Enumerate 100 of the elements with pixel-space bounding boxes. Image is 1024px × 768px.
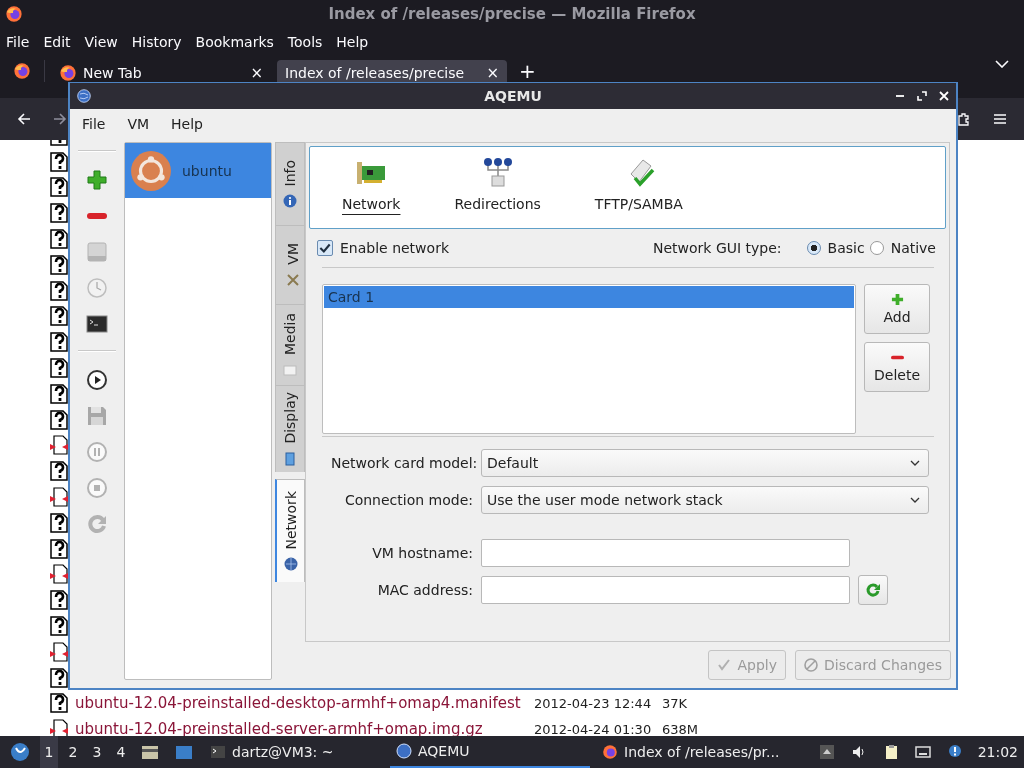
unknown-file-icon	[50, 229, 68, 250]
firefox-icon	[5, 5, 23, 23]
firefox-view-icon	[13, 62, 31, 80]
section-button[interactable]: Redirections	[452, 155, 543, 220]
vm-name: ubuntu	[182, 162, 232, 179]
media-drive-icon	[283, 363, 297, 378]
close-icon[interactable]	[939, 90, 949, 101]
tab-title: New Tab	[83, 64, 143, 82]
text-field[interactable]	[481, 576, 850, 604]
menu-item[interactable]: VM	[127, 116, 150, 133]
dropdown[interactable]: Default	[481, 449, 929, 477]
os-logo-icon	[130, 149, 172, 192]
enable-network-checkbox[interactable]: Enable network	[317, 240, 449, 256]
terminal-icon[interactable]	[86, 313, 108, 335]
taskbar-button[interactable]: AQEMU	[390, 736, 590, 768]
card-list-item[interactable]: Card 1	[324, 286, 854, 308]
menu-item[interactable]: Edit	[43, 34, 71, 50]
unknown-file-icon	[50, 538, 68, 559]
window-title: Index of /releases/precise — Mozilla Firefox	[328, 5, 696, 23]
info-icon	[283, 194, 297, 209]
dropdown[interactable]: Use the user mode network stack	[481, 486, 929, 514]
side-tab[interactable]: Media	[275, 304, 305, 385]
file-size: 638M	[662, 721, 699, 736]
section-button[interactable]: TFTP/SAMBA	[592, 155, 685, 220]
clock: 21:02	[977, 744, 1018, 760]
field-label: VM hostname:	[371, 545, 473, 561]
unknown-file-icon	[50, 254, 68, 275]
gui-type-label: Network GUI type:	[653, 240, 782, 256]
unknown-file-icon	[50, 693, 68, 714]
side-tab[interactable]: Info	[275, 142, 305, 225]
side-tab[interactable]: Network	[275, 479, 305, 582]
tools-icon	[285, 272, 300, 287]
add-button[interactable]: Add	[864, 284, 930, 334]
browser-tab[interactable]: New Tab ×	[51, 60, 271, 82]
text-field[interactable]	[481, 539, 850, 567]
binary-file-icon	[50, 487, 68, 508]
menu-item[interactable]: View	[84, 34, 118, 50]
close-tab-button[interactable]: ×	[250, 64, 263, 82]
unknown-file-icon	[50, 203, 68, 224]
unknown-file-icon	[50, 280, 68, 301]
menu-item[interactable]: File	[82, 116, 106, 133]
generate-button[interactable]	[858, 575, 888, 605]
file-link[interactable]: ubuntu-12.04-preinstalled-desktop-armhf+omap4.manifest	[75, 694, 534, 713]
field-label: Connection mode:	[343, 492, 473, 508]
unknown-file-icon	[50, 667, 68, 688]
start-menu-icon[interactable]	[10, 742, 30, 762]
network-icon[interactable]	[914, 744, 931, 760]
cancel-icon	[804, 658, 818, 672]
unknown-file-icon	[50, 383, 68, 404]
display-icon	[283, 451, 297, 466]
side-tab[interactable]: VM	[275, 225, 305, 304]
checkmark-icon	[318, 241, 332, 255]
play-icon[interactable]	[86, 369, 108, 391]
network-hub-icon	[481, 155, 514, 188]
menu-item[interactable]: History	[131, 34, 182, 50]
add-icon[interactable]	[86, 169, 108, 191]
menu-item[interactable]: Help	[171, 116, 203, 133]
forward-icon[interactable]	[52, 111, 68, 127]
unknown-file-icon	[50, 512, 68, 533]
tab-favicon-icon	[59, 64, 77, 82]
menu-icon[interactable]	[992, 111, 1008, 127]
side-tab[interactable]: Display	[275, 385, 305, 472]
unknown-file-icon	[50, 151, 68, 172]
puzzle-icon[interactable]	[956, 111, 972, 127]
taskbar-button[interactable]: dartz@VM3: ~	[204, 736, 384, 768]
vm-list-item[interactable]: ubuntu	[125, 143, 271, 198]
maximize-icon[interactable]	[917, 90, 927, 101]
chevron-down-icon	[910, 460, 920, 466]
firefox-icon	[602, 744, 618, 760]
workspace-button[interactable]: 2	[64, 736, 82, 768]
terminal-icon	[210, 744, 226, 760]
back-icon[interactable]	[16, 111, 32, 127]
notification-icon[interactable]	[946, 744, 963, 760]
checkmark-icon	[717, 658, 732, 672]
delete-button[interactable]: Delete	[864, 342, 930, 392]
tab-title: Index of /releases/precise	[285, 64, 466, 82]
speaker-icon[interactable]	[850, 744, 867, 760]
menu-item[interactable]: Bookmarks	[195, 34, 274, 50]
field-label: MAC address:	[376, 582, 473, 598]
menu-item[interactable]: File	[6, 34, 30, 50]
browser-tab[interactable]: Index of /releases/precise ×	[277, 60, 507, 82]
chevron-down-icon	[910, 497, 920, 503]
chevron-down-icon[interactable]	[995, 60, 1009, 68]
workspace-button[interactable]: 3	[88, 736, 106, 768]
binary-file-icon	[50, 435, 68, 456]
unknown-file-icon	[50, 332, 68, 353]
file-size: 37K	[662, 695, 688, 711]
workspace-button[interactable]: 1	[40, 736, 58, 768]
menu-item[interactable]: Help	[336, 34, 369, 50]
close-tab-button[interactable]: ×	[486, 64, 499, 82]
new-tab-button[interactable]: +	[519, 61, 536, 81]
unknown-file-icon	[50, 461, 68, 482]
gui-type-radio[interactable]: Native	[869, 240, 936, 256]
unknown-file-icon	[50, 306, 68, 327]
section-button[interactable]: Network	[340, 155, 403, 220]
menu-item[interactable]: Tools	[287, 34, 323, 50]
workspace-button[interactable]: 4	[112, 736, 130, 768]
refresh-icon	[865, 582, 881, 598]
taskbar-button[interactable]: Index of /releases/pr...	[596, 736, 786, 768]
gui-type-radio[interactable]: Basic	[806, 240, 865, 256]
